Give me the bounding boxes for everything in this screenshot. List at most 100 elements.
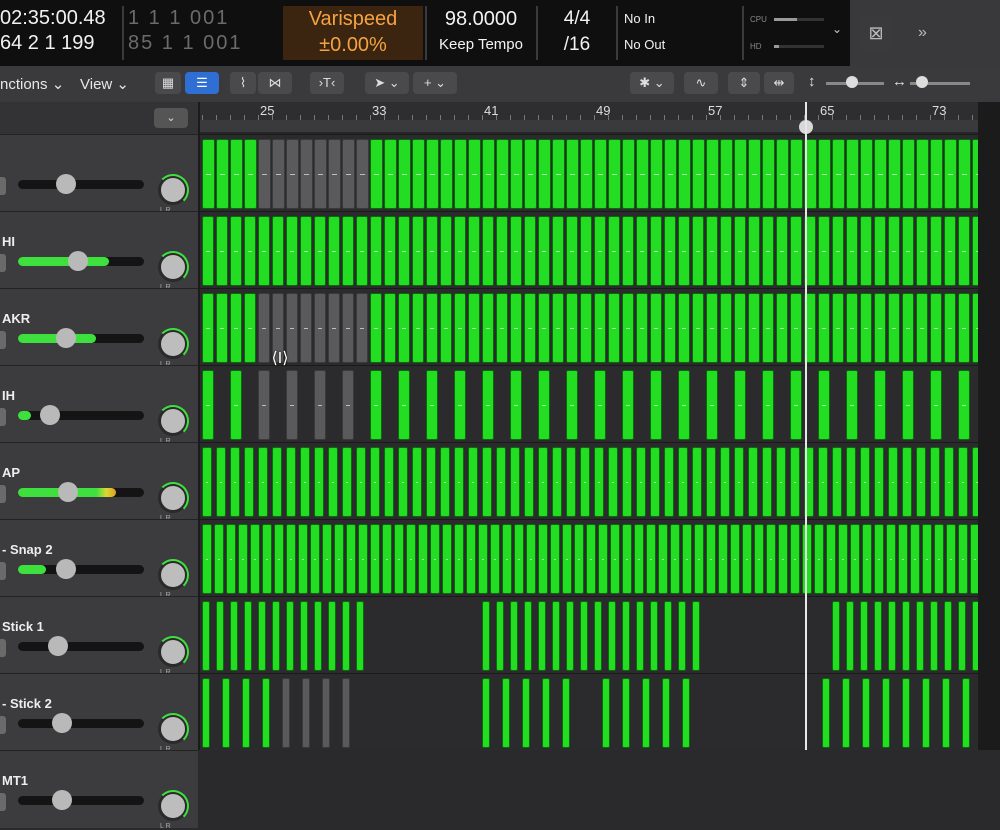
midi-region[interactable] — [930, 293, 942, 363]
midi-region[interactable] — [832, 293, 844, 363]
midi-region[interactable] — [496, 601, 504, 671]
midi-region[interactable] — [230, 139, 243, 209]
time-signature-display[interactable]: 4/4 /16 — [538, 6, 616, 60]
midi-region[interactable] — [748, 293, 760, 363]
midi-region[interactable] — [226, 524, 236, 594]
midi-region[interactable] — [454, 370, 466, 440]
track-name[interactable]: AKR — [2, 311, 30, 326]
midi-region[interactable] — [902, 601, 910, 671]
midi-region[interactable] — [440, 139, 453, 209]
midi-region[interactable] — [846, 293, 858, 363]
midi-region[interactable] — [566, 447, 576, 517]
midi-region[interactable] — [202, 139, 215, 209]
midi-region[interactable] — [682, 524, 692, 594]
midi-region[interactable] — [398, 216, 410, 286]
midi-region[interactable] — [860, 601, 868, 671]
midi-region[interactable] — [394, 524, 404, 594]
pencil-tool-button[interactable]: + ⌄ — [413, 72, 457, 94]
midi-region[interactable] — [202, 370, 214, 440]
track-button[interactable] — [0, 485, 6, 503]
selected-region[interactable] — [314, 370, 326, 440]
horizontal-zoom-knob[interactable] — [916, 76, 928, 88]
midi-region[interactable] — [706, 524, 716, 594]
selected-region[interactable] — [342, 678, 350, 748]
midi-region[interactable] — [514, 524, 524, 594]
midi-region[interactable] — [860, 216, 872, 286]
midi-region[interactable] — [818, 293, 830, 363]
midi-region[interactable] — [622, 524, 632, 594]
midi-region[interactable] — [720, 293, 732, 363]
midi-region[interactable] — [250, 524, 260, 594]
midi-region[interactable] — [898, 524, 908, 594]
midi-region[interactable] — [706, 216, 718, 286]
midi-region[interactable] — [238, 524, 248, 594]
midi-region[interactable] — [608, 216, 620, 286]
midi-region[interactable] — [562, 524, 572, 594]
midi-region[interactable] — [202, 601, 210, 671]
track-button[interactable] — [0, 408, 6, 426]
selected-region[interactable] — [322, 678, 330, 748]
midi-region[interactable] — [958, 447, 968, 517]
selected-region[interactable] — [328, 139, 341, 209]
track-lane[interactable] — [200, 211, 978, 289]
grid-view-button[interactable]: ▦ — [155, 72, 181, 94]
list-view-button[interactable]: ☰ — [185, 72, 219, 94]
pan-knob[interactable] — [157, 482, 189, 514]
midi-region[interactable] — [538, 370, 550, 440]
volume-slider[interactable] — [18, 251, 144, 271]
volume-slider[interactable] — [18, 328, 144, 348]
volume-knob[interactable] — [48, 636, 69, 656]
midi-region[interactable] — [916, 293, 928, 363]
midi-region[interactable] — [328, 447, 338, 517]
midi-region[interactable] — [478, 524, 488, 594]
midi-region[interactable] — [822, 678, 830, 748]
midi-region[interactable] — [426, 370, 438, 440]
pan-knob[interactable] — [157, 713, 189, 745]
midi-region[interactable] — [826, 524, 836, 594]
midi-region[interactable] — [832, 139, 845, 209]
bar-position-display[interactable]: 1 1 1 001 85 1 1 001 — [128, 6, 280, 60]
midi-region[interactable] — [944, 293, 956, 363]
midi-region[interactable] — [300, 216, 312, 286]
tempo-display[interactable]: 98.0000 Keep Tempo — [428, 6, 534, 60]
midi-region[interactable] — [958, 216, 970, 286]
midi-region[interactable] — [482, 216, 494, 286]
track-lane[interactable] — [200, 134, 978, 212]
midi-region[interactable] — [734, 139, 747, 209]
midi-region[interactable] — [888, 216, 900, 286]
midi-region[interactable] — [454, 216, 466, 286]
midi-region[interactable] — [942, 678, 950, 748]
pan-knob[interactable] — [157, 405, 189, 437]
cycle-strip[interactable] — [200, 120, 978, 132]
arrange-area[interactable]: 25 33 41 49 57 65 73 — [200, 102, 978, 750]
midi-region[interactable] — [642, 678, 650, 748]
midi-region[interactable] — [662, 678, 670, 748]
midi-region[interactable] — [678, 293, 690, 363]
selected-region[interactable] — [328, 293, 340, 363]
midi-region[interactable] — [594, 139, 607, 209]
midi-region[interactable] — [510, 447, 520, 517]
midi-region[interactable] — [454, 293, 466, 363]
pointer-tool-button[interactable]: ➤ ⌄ — [365, 72, 409, 94]
midi-region[interactable] — [678, 139, 691, 209]
midi-region[interactable] — [482, 601, 490, 671]
midi-region[interactable] — [862, 524, 872, 594]
midi-region[interactable] — [258, 216, 270, 286]
track-button[interactable] — [0, 254, 6, 272]
midi-region[interactable] — [384, 139, 397, 209]
midi-region[interactable] — [346, 524, 356, 594]
midi-region[interactable] — [650, 370, 662, 440]
midi-region[interactable] — [962, 678, 970, 748]
midi-region[interactable] — [272, 601, 280, 671]
volume-knob[interactable] — [39, 405, 60, 425]
midi-region[interactable] — [814, 524, 824, 594]
midi-region[interactable] — [440, 293, 452, 363]
midi-region[interactable] — [742, 524, 752, 594]
midi-region[interactable] — [274, 524, 284, 594]
volume-slider[interactable] — [18, 559, 144, 579]
midi-region[interactable] — [902, 139, 915, 209]
midi-region[interactable] — [526, 524, 536, 594]
midi-region[interactable] — [916, 601, 924, 671]
midi-region[interactable] — [286, 216, 298, 286]
midi-region[interactable] — [552, 601, 560, 671]
